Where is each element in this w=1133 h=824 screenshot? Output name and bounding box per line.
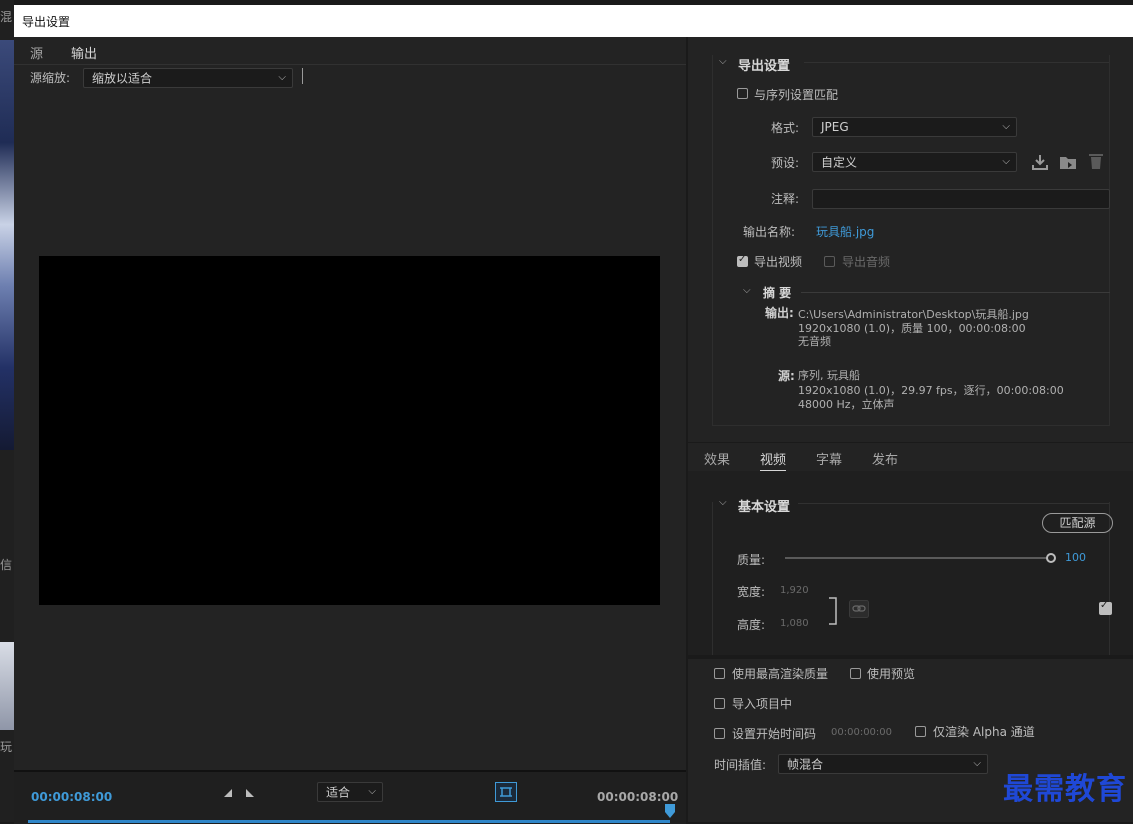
tab-output[interactable]: 输出 xyxy=(71,43,98,65)
time-interpolation-dropdown[interactable]: 帧混合 ⌵ xyxy=(778,754,988,774)
import-into-project-label: 导入项目中 xyxy=(732,697,793,711)
set-start-timecode-label: 设置开始时间码 xyxy=(732,727,817,741)
divider xyxy=(804,62,1109,63)
watermark-logo: 最需教育 xyxy=(1003,772,1127,807)
divider xyxy=(302,68,303,84)
settings-tabs: 效果 视频 字幕 发布 xyxy=(688,443,1133,472)
tab-video[interactable]: 视频 xyxy=(760,449,787,471)
format-dropdown[interactable]: JPEG ⌵ xyxy=(812,117,1017,137)
format-label: 格式: xyxy=(771,121,800,135)
format-value: JPEG xyxy=(821,120,849,134)
export-audio-checkbox[interactable] xyxy=(824,256,835,267)
chevron-down-icon: ⌵ xyxy=(1002,155,1010,167)
divider xyxy=(801,292,1110,293)
match-source-button[interactable]: 匹配源 xyxy=(1042,513,1113,533)
tab-publish[interactable]: 发布 xyxy=(872,449,898,468)
match-sequence-label: 与序列设置匹配 xyxy=(754,88,839,102)
import-into-project-checkbox[interactable] xyxy=(714,698,725,709)
summary-output-audio: 无音频 xyxy=(798,335,831,348)
output-name-label: 输出名称: xyxy=(743,225,796,239)
chevron-down-icon: ⌵ xyxy=(368,785,376,797)
set-start-timecode-checkbox[interactable] xyxy=(714,728,725,739)
mark-in-out-icon[interactable] xyxy=(222,786,256,798)
resize-checkbox[interactable] xyxy=(1099,600,1112,615)
comment-field[interactable] xyxy=(812,189,1110,209)
source-scale-value: 缩放以适合 xyxy=(92,71,153,86)
tab-captions[interactable]: 字幕 xyxy=(816,449,842,468)
playhead-icon[interactable] xyxy=(665,804,675,820)
divider xyxy=(14,64,686,65)
video-settings-panel: ⌵ 基本设置 匹配源 质量: 100 宽度: 1,920 高度: 1,080 xyxy=(688,471,1133,655)
background-text: 信 xyxy=(0,558,13,572)
window-title: 导出设置 xyxy=(22,15,71,29)
chevron-down-icon[interactable]: ⌵ xyxy=(719,497,727,508)
export-video-checkbox[interactable] xyxy=(737,254,748,267)
comment-label: 注释: xyxy=(771,192,800,206)
divider xyxy=(798,503,1109,504)
summary-source-audio: 48000 Hz，立体声 xyxy=(798,398,895,411)
link-bracket xyxy=(829,597,837,625)
quality-slider-knob[interactable] xyxy=(1046,553,1056,563)
max-render-quality-checkbox[interactable] xyxy=(714,668,725,679)
source-scale-label: 源缩放: xyxy=(30,71,71,85)
summary-output-label: 输出: xyxy=(765,306,794,320)
preset-value: 自定义 xyxy=(821,155,858,170)
background-app-strip: 混 信 玩 xyxy=(0,0,14,822)
chain-link-icon[interactable] xyxy=(849,600,869,618)
export-settings-header: 导出设置 xyxy=(738,59,791,74)
quality-label: 质量: xyxy=(737,553,766,567)
aspect-correction-icon[interactable] xyxy=(495,782,517,802)
time-interpolation-value: 帧混合 xyxy=(787,757,824,772)
background-text: 混 xyxy=(0,10,13,24)
background-thumbnail xyxy=(0,642,14,730)
match-sequence-checkbox[interactable] xyxy=(737,88,748,99)
fit-dropdown[interactable]: 适合 ⌵ xyxy=(317,782,383,802)
quality-value[interactable]: 100 xyxy=(1065,551,1086,564)
summary-source-label: 源: xyxy=(778,369,795,383)
title-bar: 导出设置 xyxy=(14,5,1133,37)
chevron-down-icon[interactable]: ⌵ xyxy=(743,285,751,296)
video-preview xyxy=(39,256,660,605)
width-label: 宽度: xyxy=(737,585,766,599)
timeline-bar: 00:00:08:00 适合 ⌵ 00:00:08:00 xyxy=(14,770,686,824)
height-label: 高度: xyxy=(737,618,766,632)
use-preview-label: 使用预览 xyxy=(867,667,916,681)
chevron-down-icon[interactable]: ⌵ xyxy=(719,56,727,67)
current-timecode[interactable]: 00:00:08:00 xyxy=(31,790,112,804)
import-preset-icon[interactable] xyxy=(1059,154,1077,170)
export-settings-panel: ⌵ 导出设置 与序列设置匹配 格式: JPEG ⌵ 预设: 自定义 ⌵ 注释: … xyxy=(688,37,1133,442)
background-thumbnail xyxy=(0,40,14,450)
preset-label: 预设: xyxy=(771,156,800,170)
preset-dropdown[interactable]: 自定义 ⌵ xyxy=(812,152,1017,172)
duration-timecode: 00:00:08:00 xyxy=(597,790,679,804)
basic-settings-header: 基本设置 xyxy=(738,500,791,515)
use-preview-checkbox[interactable] xyxy=(850,668,861,679)
export-audio-label: 导出音频 xyxy=(842,255,891,269)
start-timecode-value[interactable]: 00:00:00:00 xyxy=(831,727,892,738)
summary-source-name: 序列, 玩具船 xyxy=(798,369,860,382)
height-value[interactable]: 1,080 xyxy=(780,618,809,629)
tab-effects[interactable]: 效果 xyxy=(704,449,730,468)
output-name-link[interactable]: 玩具船.jpg xyxy=(816,223,874,240)
summary-header: 摘 要 xyxy=(763,286,792,300)
alpha-only-label: 仅渲染 Alpha 通道 xyxy=(933,725,1035,739)
preview-pane: 源 输出 源缩放: 缩放以适合 ⌵ 00:00:08:00 适合 ⌵ 00:00… xyxy=(14,37,686,824)
time-interpolation-label: 时间插值: xyxy=(714,758,767,772)
source-scale-dropdown[interactable]: 缩放以适合 ⌵ xyxy=(83,68,293,88)
width-value[interactable]: 1,920 xyxy=(780,585,809,596)
chevron-down-icon: ⌵ xyxy=(278,71,286,83)
tab-source[interactable]: 源 xyxy=(30,43,43,62)
delete-preset-icon[interactable] xyxy=(1088,152,1104,170)
fit-value: 适合 xyxy=(326,785,351,800)
alpha-only-checkbox[interactable] xyxy=(915,726,926,737)
chevron-down-icon: ⌵ xyxy=(1002,120,1010,132)
max-render-quality-label: 使用最高渲染质量 xyxy=(732,667,829,681)
quality-slider-track[interactable] xyxy=(785,557,1049,559)
background-text: 玩 xyxy=(0,740,13,754)
summary-output-spec: 1920x1080 (1.0)，质量 100，00:00:08:00 xyxy=(798,322,1026,335)
chevron-down-icon: ⌵ xyxy=(973,757,981,769)
export-video-label: 导出视频 xyxy=(754,255,803,269)
section-frame xyxy=(712,55,1110,426)
save-preset-icon[interactable] xyxy=(1031,154,1049,170)
